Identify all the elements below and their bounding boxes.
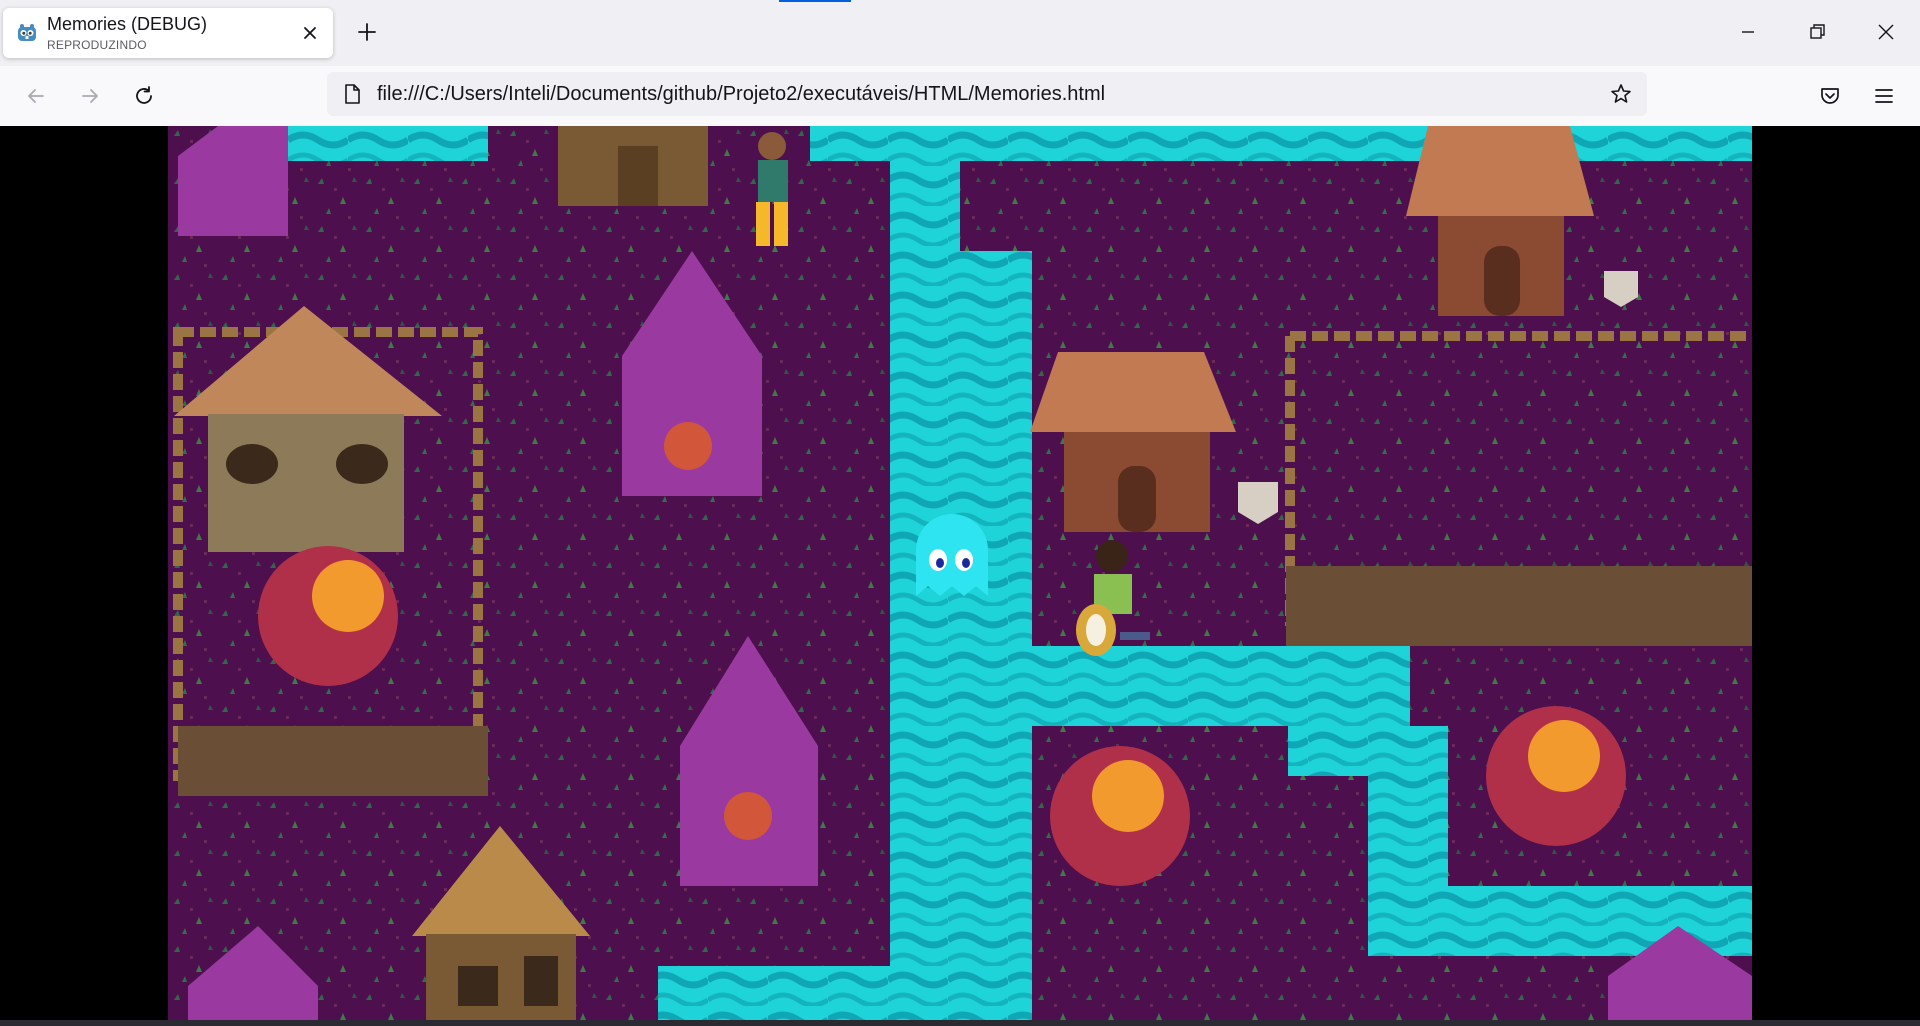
tab-audio-status: REPRODUZINDO	[47, 38, 147, 52]
bush-orange-1-highlight	[312, 560, 384, 632]
stone-wall-left	[178, 726, 488, 796]
bush-orange-3-highlight	[1528, 720, 1600, 792]
tab-loading-indicator	[779, 0, 851, 2]
bookmark-star-icon[interactable]	[1609, 82, 1633, 106]
url-text[interactable]: file:///C:/Users/Inteli/Documents/github…	[377, 83, 1105, 106]
godot-icon	[18, 24, 36, 41]
menu-hamburger-icon[interactable]	[1872, 84, 1896, 108]
page-icon	[345, 84, 360, 104]
close-tab-icon[interactable]	[299, 22, 321, 44]
restore-icon[interactable]	[1805, 20, 1829, 44]
status-line	[0, 1020, 1920, 1026]
close-window-icon[interactable]	[1874, 20, 1898, 44]
new-tab-icon[interactable]	[355, 20, 379, 44]
back-arrow-icon[interactable]	[24, 84, 48, 108]
ghost-enemy	[916, 514, 988, 596]
page-viewport	[0, 126, 1920, 1020]
minimize-icon[interactable]	[1736, 20, 1760, 44]
tab-strip: Memories (DEBUG) REPRODUZINDO	[0, 0, 1920, 66]
forward-arrow-icon[interactable]	[78, 84, 102, 108]
stone-wall-right	[1286, 566, 1752, 646]
tab-title: Memories (DEBUG)	[47, 14, 208, 34]
nav-bar: file:///C:/Users/Inteli/Documents/github…	[0, 66, 1920, 126]
pocket-icon[interactable]	[1818, 84, 1842, 108]
tab-memories[interactable]: Memories (DEBUG) REPRODUZINDO	[3, 8, 333, 58]
bush-orange-2-highlight	[1092, 760, 1164, 832]
game-canvas[interactable]	[168, 126, 1752, 1020]
address-bar[interactable]: file:///C:/Users/Inteli/Documents/github…	[327, 72, 1647, 116]
house-stilt-top	[558, 126, 708, 206]
reload-icon[interactable]	[132, 84, 156, 108]
